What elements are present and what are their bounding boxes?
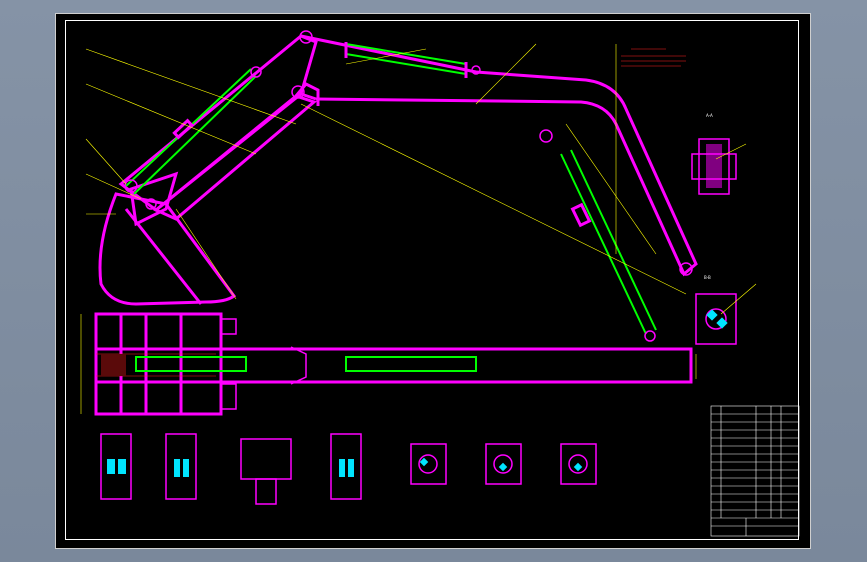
technical-notes — [621, 48, 686, 67]
cad-drawing: A-A B-B — [80, 30, 800, 537]
detail-view-upper: A-A — [691, 113, 737, 195]
arm — [153, 82, 320, 221]
boom — [118, 34, 698, 277]
arm-plan-view — [80, 312, 697, 416]
svg-text:B-B: B-B — [704, 275, 711, 280]
svg-text:A-A: A-A — [706, 113, 713, 118]
detail-view-lower: B-B — [695, 275, 737, 345]
drawing-viewport[interactable]: A-A B-B — [55, 13, 811, 549]
section-views — [100, 433, 597, 505]
bucket — [98, 171, 237, 306]
leader-lines — [85, 43, 757, 315]
title-block — [710, 405, 800, 537]
pin-joints — [124, 30, 693, 276]
